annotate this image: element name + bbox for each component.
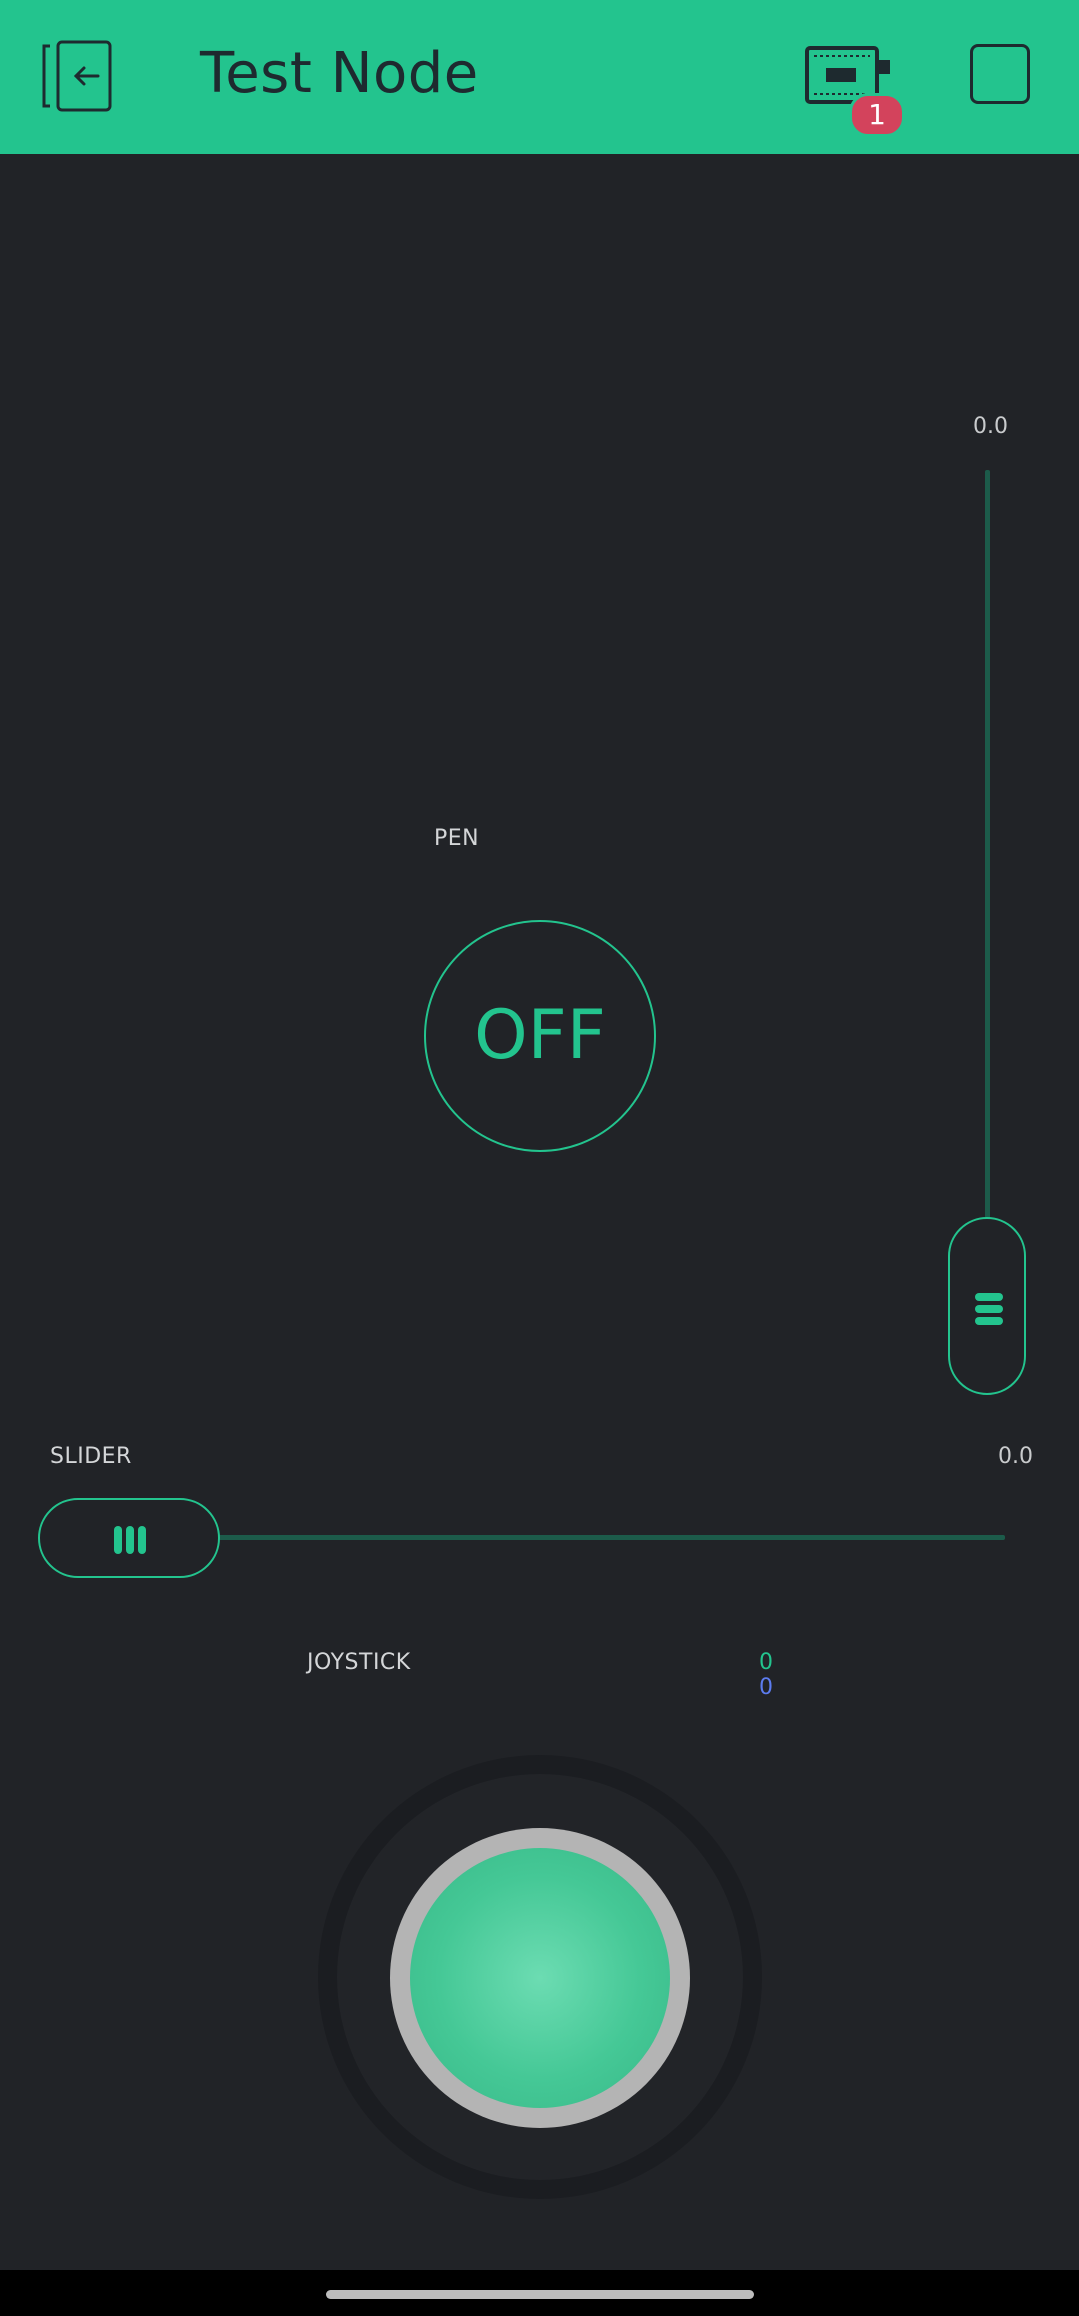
exit-app-icon[interactable] [40,38,120,114]
vertical-slider-value: 0.0 [973,414,1008,439]
grip-line [138,1526,146,1554]
pen-label: PEN [434,826,480,851]
grip-line [126,1526,134,1554]
notification-badge: 1 [849,93,905,137]
grip-line [114,1526,122,1554]
grip-line [975,1293,1003,1301]
joystick-knob[interactable] [410,1848,670,2108]
stop-square-icon[interactable] [970,44,1030,104]
slider-value: 0.0 [998,1444,1033,1469]
vertical-slider-track[interactable] [985,470,990,1220]
slider-handle[interactable] [38,1498,220,1578]
joystick-label: JOYSTICK [307,1650,411,1675]
grip-line [975,1305,1003,1313]
slider-track[interactable] [215,1535,1005,1540]
slider-label: SLIDER [50,1444,132,1469]
app-header: Test Node 1 [0,0,1079,154]
vertical-slider-handle[interactable] [948,1217,1026,1395]
pen-toggle-button[interactable]: OFF [424,920,656,1152]
page-title: Test Node [200,41,479,106]
home-gesture-handle[interactable] [326,2290,754,2299]
joystick-y-value: 0 [759,1675,773,1700]
grip-line [975,1317,1003,1325]
joystick-x-value: 0 [759,1650,773,1675]
